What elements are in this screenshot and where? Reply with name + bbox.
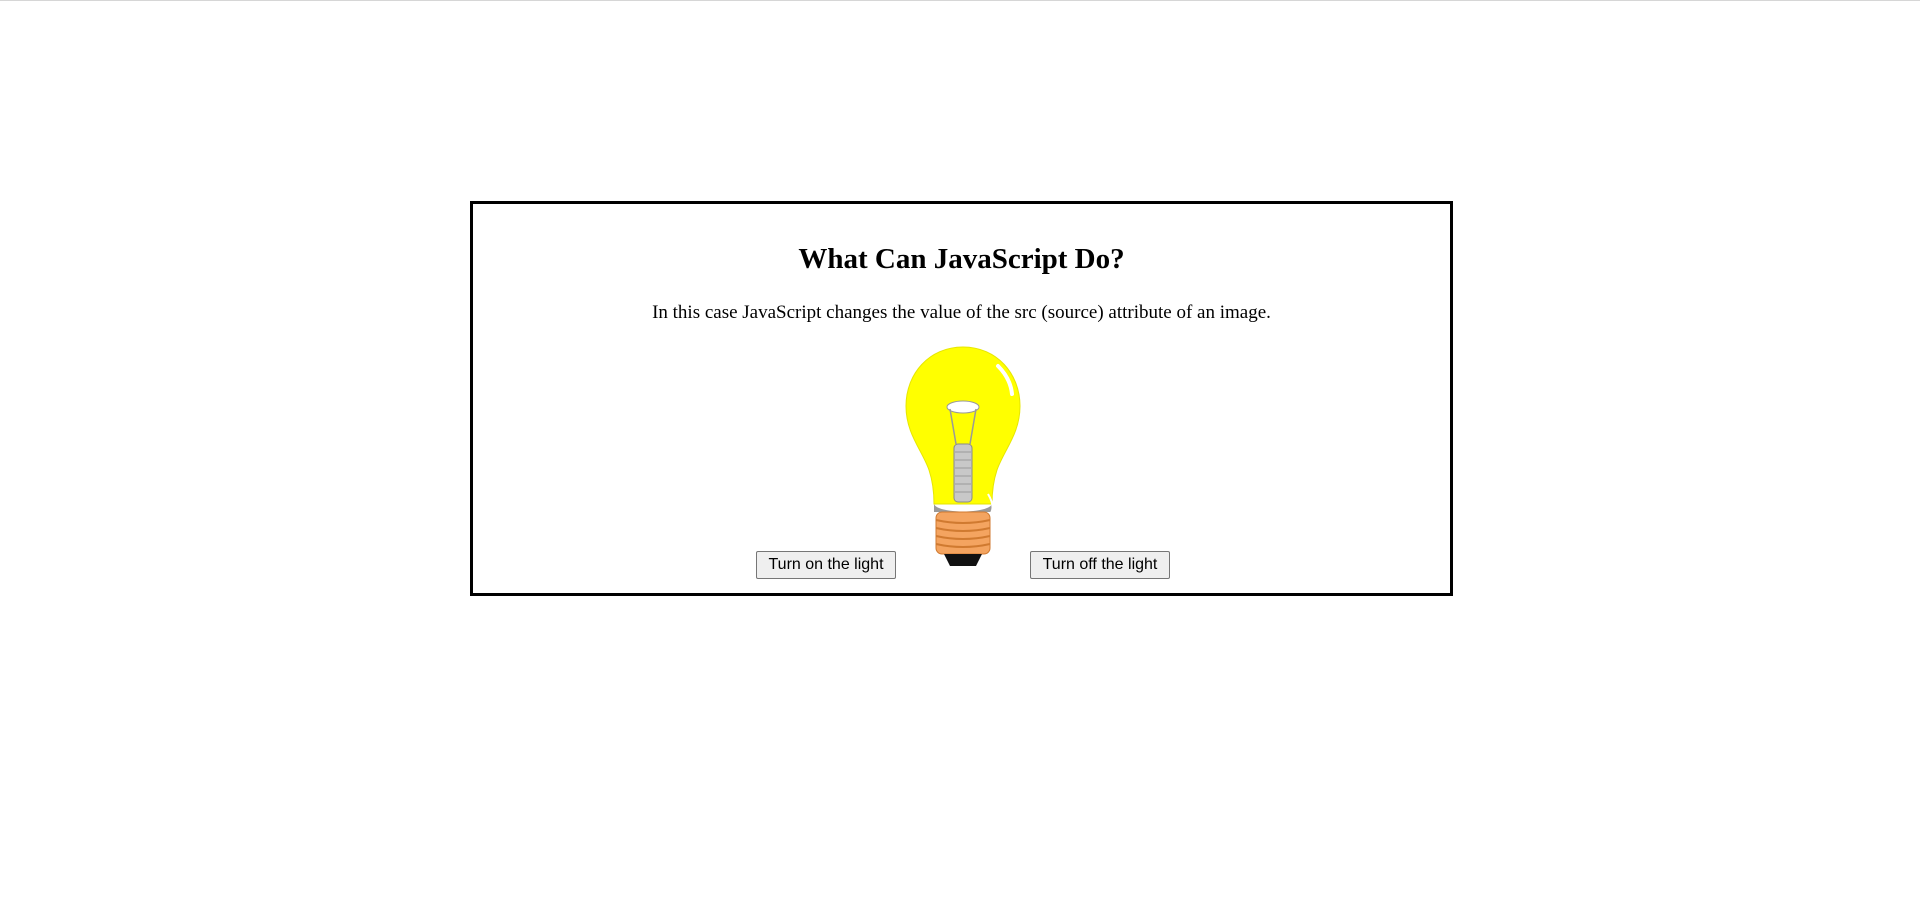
page-description: In this case JavaScript changes the valu… bbox=[652, 302, 1271, 323]
top-divider bbox=[0, 0, 1920, 1]
lightbulb-on-icon bbox=[905, 346, 1021, 566]
turn-on-light-button[interactable]: Turn on the light bbox=[756, 551, 896, 579]
page-title: What Can JavaScript Do? bbox=[798, 243, 1125, 275]
turn-off-light-button[interactable]: Turn off the light bbox=[1030, 551, 1170, 579]
demo-panel: What Can JavaScript Do? In this case Jav… bbox=[470, 201, 1453, 596]
